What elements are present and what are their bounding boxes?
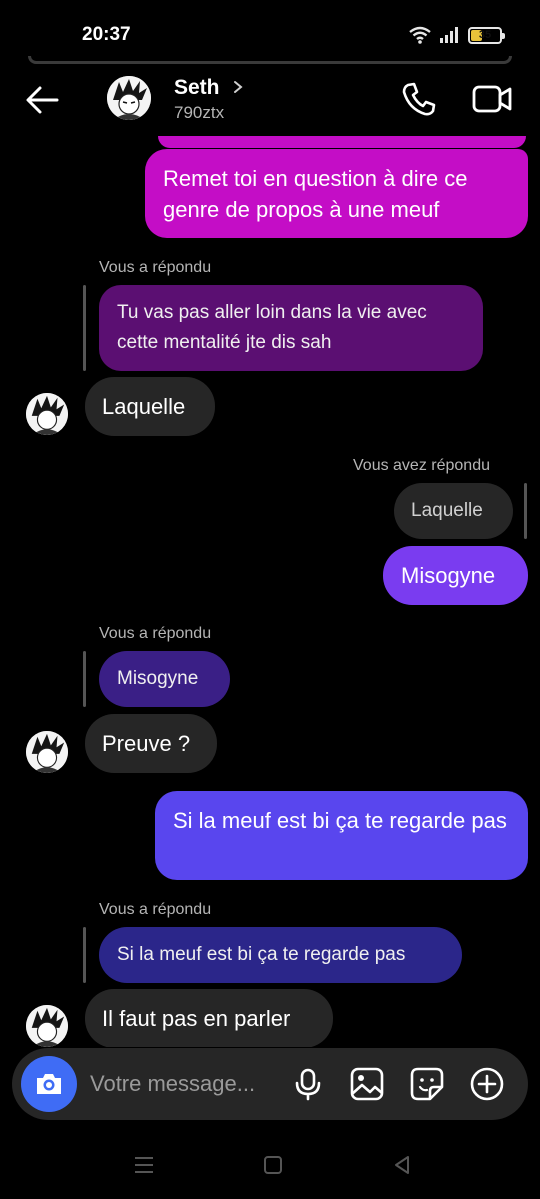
battery-level: 35: [478, 29, 492, 41]
contact-name[interactable]: Seth: [174, 76, 220, 100]
wifi-icon: [409, 26, 431, 44]
status-icons: 35: [408, 24, 505, 46]
chat-header: Seth 790ztx: [0, 70, 540, 130]
reply-label: Vous a répondu: [99, 901, 212, 918]
contact-username: 790ztx: [174, 103, 225, 122]
chevron-right-icon[interactable]: [231, 78, 245, 96]
reply-bar: [524, 483, 527, 539]
system-navigation-bar: [0, 1130, 540, 1199]
divider: [28, 56, 512, 64]
plus-icon[interactable]: [469, 1066, 505, 1102]
signal-icon: [440, 27, 458, 43]
quoted-message[interactable]: Tu vas pas aller loin dans la vie avec c…: [99, 285, 483, 371]
message-outgoing[interactable]: Remet toi en question à dire ce genre de…: [145, 149, 528, 238]
camera-icon: [37, 1074, 61, 1094]
back-triangle-icon[interactable]: [391, 1154, 413, 1176]
message-outgoing[interactable]: Misogyne: [383, 546, 528, 605]
camera-button[interactable]: [21, 1056, 77, 1112]
avatar[interactable]: [107, 76, 151, 120]
sticker-icon[interactable]: [409, 1066, 445, 1102]
message-outgoing[interactable]: Si la meuf est bi ça te regarde pas: [155, 791, 528, 880]
home-icon[interactable]: [262, 1154, 284, 1176]
message-input[interactable]: [90, 1068, 280, 1100]
quoted-message[interactable]: Si la meuf est bi ça te regarde pas: [99, 927, 462, 983]
message-thread[interactable]: Remet toi en question à dire ce genre de…: [0, 132, 540, 1047]
avatar[interactable]: [26, 393, 68, 435]
quoted-message[interactable]: Laquelle: [394, 483, 513, 539]
reply-bar: [83, 285, 86, 371]
quoted-message[interactable]: Misogyne: [99, 651, 230, 707]
recents-icon[interactable]: [133, 1154, 155, 1176]
previous-message-edge: [158, 136, 526, 148]
phone-icon[interactable]: [400, 80, 438, 118]
message-incoming[interactable]: Preuve ?: [85, 714, 217, 773]
status-time: 20:37: [82, 24, 131, 45]
video-camera-icon[interactable]: [470, 80, 514, 118]
message-incoming[interactable]: Laquelle: [85, 377, 215, 436]
microphone-icon[interactable]: [290, 1066, 326, 1102]
avatar[interactable]: [26, 1005, 68, 1047]
back-arrow-icon[interactable]: [22, 80, 62, 120]
battery-icon: 35: [468, 26, 505, 44]
reply-bar: [83, 651, 86, 707]
reply-label: Vous avez répondu: [353, 457, 490, 474]
message-composer: [12, 1048, 528, 1120]
avatar[interactable]: [26, 731, 68, 773]
message-incoming[interactable]: Il faut pas en parler: [85, 989, 333, 1047]
image-icon[interactable]: [349, 1066, 385, 1102]
status-bar: 20:37 35: [0, 0, 540, 62]
reply-label: Vous a répondu: [99, 259, 212, 276]
reply-bar: [83, 927, 86, 983]
reply-label: Vous a répondu: [99, 625, 212, 642]
